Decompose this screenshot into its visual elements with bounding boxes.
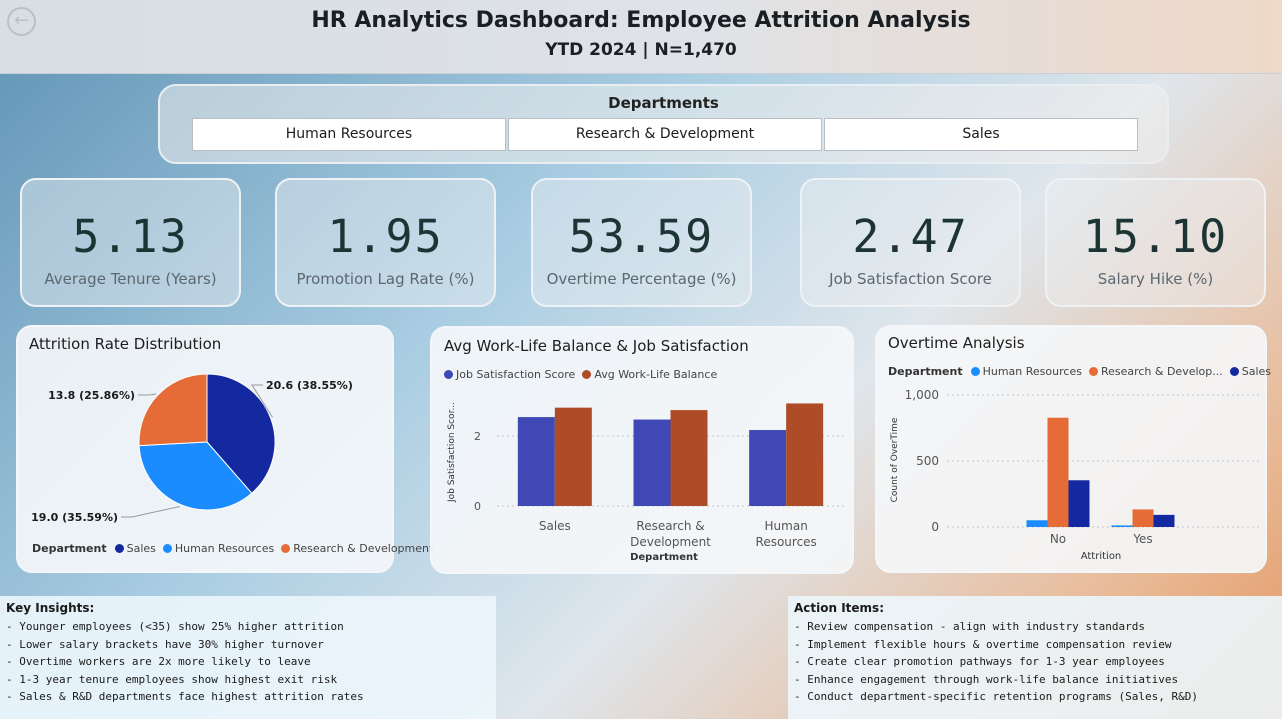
slicer-option-sales[interactable]: Sales	[824, 118, 1138, 151]
action-item: - Enhance engagement through work-life b…	[794, 672, 1179, 686]
ot-bar	[1068, 480, 1090, 527]
pie-legend-swatch	[162, 544, 172, 553]
kpi-card-overtime-percentage: 53.59 Overtime Percentage (%)	[531, 178, 752, 307]
pie-leader-line	[138, 393, 157, 396]
ot-bar	[1026, 520, 1048, 527]
work-life-balance-chart: 0 2 Sales Research & Development Human Resourc…	[447, 402, 844, 563]
attrition-pie-chart: 20.6 (38.55%) 19.0 (35.59%) 13.8 (25.86%)	[31, 373, 353, 524]
kpi-value: 1.95	[327, 210, 444, 263]
ot-x-tick-label: No	[1050, 532, 1066, 546]
pie-data-label: 20.6 (38.55%)	[266, 379, 353, 392]
insight-item: - Sales & R&D departments face highest a…	[6, 690, 364, 703]
wlb-x-axis-title: Department	[630, 552, 698, 563]
wlb-x-tick-label: Resources	[756, 535, 817, 549]
wlb-bar	[633, 419, 671, 506]
insight-item: - 1-3 year tenure employees show highest…	[6, 672, 338, 686]
ot-y-axis-title: Count of OverTime	[890, 417, 900, 502]
kpi-card-promotion-lag: 1.95 Promotion Lag Rate (%)	[275, 178, 496, 307]
ot-bar	[1132, 509, 1154, 527]
insight-item: - Lower salary brackets have 30% higher …	[6, 637, 324, 651]
wlb-bar	[517, 417, 555, 506]
ot-bar	[1153, 514, 1175, 527]
attrition-rate-card: Attrition Rate Distribution 20.6 (38.55%…	[16, 325, 433, 573]
kpi-value: 5.13	[72, 210, 189, 263]
wlb-bar	[749, 430, 787, 506]
wlb-x-tick-label: Development	[630, 535, 711, 549]
department-slicer-title: Departments	[608, 94, 719, 112]
ot-bar	[1047, 417, 1069, 527]
insight-item: - Overtime workers are 2x more likely to…	[6, 655, 311, 668]
pie-data-label: 19.0 (35.59%)	[31, 511, 118, 524]
kpi-card-salary-hike: 15.10 Salary Hike (%)	[1045, 178, 1266, 307]
wlb-y-tick-label: 2	[474, 430, 481, 443]
wlb-bar	[554, 407, 592, 506]
wlb-y-tick-label: 0	[474, 500, 481, 513]
wlb-x-tick-label: Research &	[636, 519, 704, 533]
kpi-value: 53.59	[568, 210, 715, 263]
overtime-chart: 0 500 1,000 No Yes Attrition Count of OverTime	[890, 388, 1259, 562]
kpi-label: Average Tenure (Years)	[44, 270, 217, 288]
kpi-card-average-tenure: 5.13 Average Tenure (Years)	[20, 178, 241, 307]
pie-data-label: 13.8 (25.86%)	[48, 389, 135, 402]
action-item: - Review compensation - align with indus…	[794, 620, 1145, 633]
ot-x-axis-title: Attrition	[1081, 551, 1122, 562]
action-item: - Implement flexible hours & overtime co…	[794, 637, 1172, 651]
overtime-analysis-card: Overtime Analysis Department Human Resour…	[875, 325, 1271, 573]
work-life-balance-card: Avg Work-Life Balance & Job Satisfaction…	[430, 326, 854, 574]
pie-legend-title: Department	[32, 542, 107, 555]
action-item: - Create clear promotion pathways for 1-…	[794, 655, 1165, 668]
pie-legend-label: Sales	[126, 542, 156, 555]
kpi-label: Promotion Lag Rate (%)	[296, 270, 475, 288]
wlb-x-tick-label: Human	[765, 519, 808, 533]
kpi-card-job-satisfaction: 2.47 Job Satisfaction Score	[800, 178, 1021, 307]
ot-y-tick-label: 1,000	[905, 388, 939, 402]
wlb-bar	[786, 403, 824, 506]
pie-legend: Department Sales Human Resources Research &…	[32, 542, 436, 555]
wlb-x-tick-label: Sales	[539, 519, 571, 533]
ot-y-tick-label: 0	[931, 520, 939, 534]
wlb-bar	[670, 410, 708, 506]
key-insights-title: Key Insights:	[6, 601, 95, 615]
action-items-title: Action Items:	[794, 601, 884, 615]
ot-bar	[1111, 525, 1133, 527]
pie-legend-swatch	[281, 544, 291, 553]
action-item: - Conduct department-specific retention …	[794, 690, 1198, 703]
ot-x-tick-label: Yes	[1132, 532, 1152, 546]
wlb-y-axis-title: Job Satisfaction Scor...	[447, 402, 457, 503]
action-items-box: Action Items: - Review compensation - al…	[788, 596, 1282, 719]
pie-legend-label: Research & Development	[293, 542, 434, 555]
kpi-value: 2.47	[852, 210, 969, 263]
pie-legend-label: Human Resources	[174, 542, 275, 555]
header: ← HR Analytics Dashboard: Employee Attri…	[0, 0, 1282, 74]
kpi-label: Salary Hike (%)	[1097, 270, 1214, 288]
kpi-label: Job Satisfaction Score	[829, 270, 992, 288]
key-insights-box: Key Insights: - Younger employees (<35) …	[0, 596, 496, 719]
department-slicer: Departments Human Resources Research & D…	[158, 84, 1169, 164]
slicer-option-human-resources[interactable]: Human Resources	[192, 118, 506, 151]
pie-leader-line	[121, 505, 180, 518]
page-title: HR Analytics Dashboard: Employee Attriti…	[311, 8, 971, 33]
pie-legend-swatch	[114, 544, 124, 553]
kpi-label: Overtime Percentage (%)	[546, 270, 737, 288]
page-subtitle: YTD 2024 | N=1,470	[545, 40, 737, 60]
kpi-value: 15.10	[1082, 210, 1229, 263]
pie-slice	[138, 373, 208, 447]
slicer-option-research-development[interactable]: Research & Development	[508, 118, 822, 151]
insight-item: - Younger employees (<35) show 25% highe…	[6, 620, 344, 633]
ot-y-tick-label: 500	[916, 454, 939, 468]
